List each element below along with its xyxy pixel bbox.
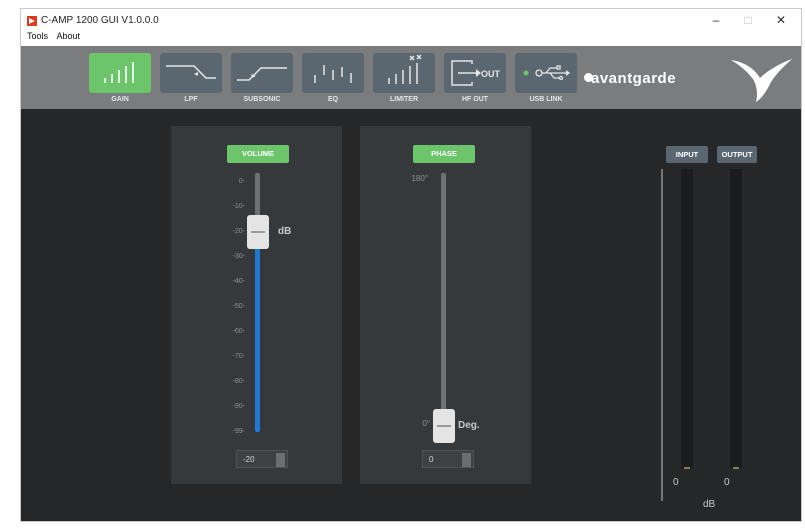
phase-down-button[interactable] xyxy=(462,460,471,467)
subsonic-label: SUBSONIC xyxy=(243,96,281,103)
limiter-button[interactable] xyxy=(373,53,435,93)
volume-label[interactable]: VOLUME xyxy=(227,145,289,163)
app-logo-icon xyxy=(27,16,37,26)
hf-out-button[interactable]: OUT xyxy=(444,53,506,93)
title-bar: C-AMP 1200 GUI V1.0.0.0 – □ ✕ xyxy=(21,9,801,31)
phase-max-label: 180° xyxy=(411,174,428,183)
output-meter-value: 0 xyxy=(724,477,730,488)
phase-slider-thumb[interactable] xyxy=(433,409,455,443)
volume-unit: dB xyxy=(278,226,292,237)
volume-tick: -40- xyxy=(232,278,245,285)
volume-tick: 0- xyxy=(238,178,245,185)
subsonic-icon xyxy=(237,67,287,81)
eq-label: EQ xyxy=(327,96,339,103)
output-meter-button[interactable]: OUTPUT xyxy=(717,146,757,163)
phase-panel: PHASE 180° 0° Deg. 0 xyxy=(360,126,531,484)
input-meter xyxy=(681,169,693,469)
volume-tick: -30- xyxy=(232,253,245,260)
lpf-button[interactable] xyxy=(160,53,222,93)
volume-panel: VOLUME 0- -10- -20- -30- -40- -50- -60- -70- -80… xyxy=(171,126,342,484)
eq-icon xyxy=(314,65,352,83)
gain-label: GAIN xyxy=(111,96,129,103)
close-button[interactable]: ✕ xyxy=(770,12,792,28)
volume-down-button[interactable] xyxy=(276,460,285,467)
volume-tick: -70- xyxy=(232,353,245,360)
volume-value[interactable]: -20 xyxy=(243,455,255,464)
volume-tick: -80- xyxy=(232,378,245,385)
eq-button[interactable] xyxy=(302,53,364,93)
toolbar: GAIN LPF SUBSONIC EQ LIMITER OUT HF OUT … xyxy=(21,46,801,109)
limiter-label: LIMITER xyxy=(390,96,418,103)
volume-tick: -10- xyxy=(232,203,245,210)
volume-up-button[interactable] xyxy=(276,453,285,460)
menu-about[interactable]: About xyxy=(57,31,81,41)
maximize-button[interactable]: □ xyxy=(737,12,759,28)
lpf-icon xyxy=(166,65,216,79)
phase-slider-track[interactable] xyxy=(441,173,446,432)
phase-value[interactable]: 0 xyxy=(429,455,433,464)
app-window: C-AMP 1200 GUI V1.0.0.0 – □ ✕ Tools Abou… xyxy=(20,8,802,522)
phase-label[interactable]: PHASE xyxy=(413,145,475,163)
volume-tick: -60- xyxy=(232,328,245,335)
usb-link-button[interactable] xyxy=(515,53,577,93)
subsonic-button[interactable] xyxy=(231,53,293,93)
minimize-button[interactable]: – xyxy=(705,12,727,28)
usb-link-label: USB LINK xyxy=(529,96,563,103)
limiter-icon xyxy=(388,54,422,84)
phase-min-label: 0° xyxy=(422,419,430,428)
gain-icon xyxy=(104,62,134,83)
usb-icon xyxy=(523,65,570,81)
main-area: VOLUME 0- -10- -20- -30- -40- -50- -60- -70- -80… xyxy=(21,109,801,521)
phase-unit: Deg. xyxy=(458,420,480,431)
phase-up-button[interactable] xyxy=(462,453,471,460)
volume-spinbox[interactable]: -20 xyxy=(236,450,288,468)
output-meter xyxy=(730,169,742,469)
hf-out-icon-text: OUT xyxy=(481,69,501,79)
gain-button[interactable] xyxy=(89,53,151,93)
volume-slider-thumb[interactable] xyxy=(247,215,269,249)
input-meter-value: 0 xyxy=(673,477,679,488)
meter-unit: dB xyxy=(703,499,716,510)
hf-out-icon: OUT xyxy=(451,60,501,86)
volume-tick: -50- xyxy=(232,303,245,310)
menu-bar: Tools About xyxy=(21,31,801,45)
volume-tick: -20- xyxy=(232,228,245,235)
meter-rail xyxy=(661,169,663,501)
input-meter-button[interactable]: INPUT xyxy=(666,146,708,163)
volume-tick: -99- xyxy=(232,428,245,435)
lpf-label: LPF xyxy=(184,96,198,103)
hf-out-label: HF OUT xyxy=(461,96,489,103)
window-title: C-AMP 1200 GUI V1.0.0.0 xyxy=(41,15,159,26)
menu-tools[interactable]: Tools xyxy=(27,31,48,41)
volume-tick: -90- xyxy=(232,403,245,410)
hummingbird-logo-icon xyxy=(731,59,792,102)
volume-slider-fill xyxy=(255,232,260,432)
phase-spinbox[interactable]: 0 xyxy=(422,450,474,468)
brand-logo: avantgarde xyxy=(591,70,677,87)
